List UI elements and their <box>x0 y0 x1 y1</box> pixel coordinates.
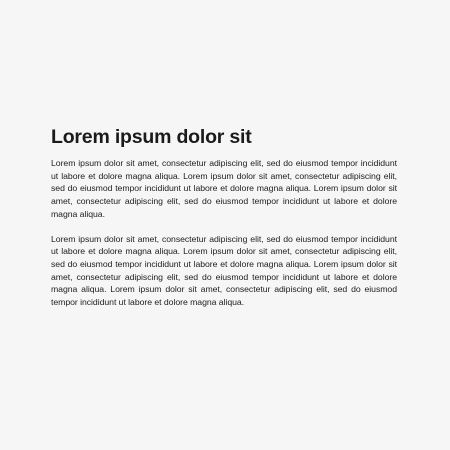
paragraph-2: Lorem ipsum dolor sit amet, consectetur … <box>51 233 397 308</box>
text-block: Lorem ipsum dolor sit Lorem ipsum dolor … <box>51 124 397 309</box>
paragraph-1: Lorem ipsum dolor sit amet, consectetur … <box>51 158 397 219</box>
page-title: Lorem ipsum dolor sit <box>51 126 252 148</box>
